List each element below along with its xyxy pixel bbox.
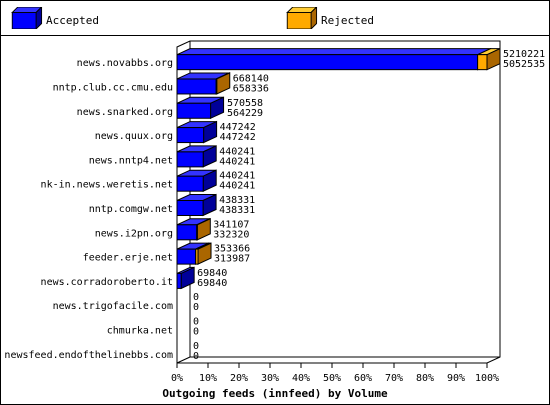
bar-rejected (195, 248, 199, 265)
bar-accepted (176, 78, 217, 95)
data-label-accepted: 0 (193, 302, 199, 313)
bar-rejected (477, 54, 488, 71)
y-category-label: news.snarked.org (77, 107, 173, 118)
bar-accepted (176, 102, 212, 119)
bar-accepted (176, 175, 204, 192)
data-label-accepted: 440241 (219, 181, 255, 192)
x-tick-label: 90% (447, 373, 465, 384)
y-category-label: news.corradoroberto.it (41, 277, 173, 288)
y-category-label: nk-in.news.weretis.net (41, 180, 173, 191)
bar-accepted (176, 200, 204, 216)
y-category-label: news.i2pn.org (95, 228, 173, 239)
data-label-accepted: 332320 (213, 229, 249, 240)
data-label-accepted: 564229 (227, 108, 263, 119)
y-category-label: chmurka.net (107, 326, 173, 337)
x-tick-label: 10% (199, 373, 217, 384)
x-tick-label: 0% (171, 373, 183, 384)
x-tick-label: 50% (323, 373, 341, 384)
y-category-label: news.novabbs.org (77, 58, 173, 69)
y-category-label: news.quux.org (95, 131, 173, 142)
y-category-label: feeder.erje.net (83, 253, 173, 264)
data-label-accepted: 0 (193, 327, 199, 338)
x-tick-label: 60% (354, 373, 372, 384)
bar-accepted (176, 224, 198, 241)
data-label-accepted: 313987 (214, 254, 250, 265)
x-tick-label: 30% (261, 373, 279, 384)
bar-rejected (196, 224, 198, 241)
bar-chart: 0% 10% 20% 30% 40% 50% 60% 70% 80% 90% 100% Outgoin… (4, 40, 545, 400)
data-label-accepted: 658336 (233, 83, 269, 94)
chart-frame: Accepted Rejected 0% 10% 20% 30% 40% 50% 60% 70… (0, 0, 550, 405)
data-label-accepted: 440241 (219, 156, 255, 167)
bar-accepted (176, 127, 205, 144)
y-category-label: newsfeed.endofthelinebbs.com (4, 350, 173, 361)
data-label-accepted: 447242 (220, 132, 256, 143)
data-label-accepted: 438331 (219, 205, 255, 216)
y-category-label: nntp.comgw.net (89, 204, 173, 215)
bar-accepted (176, 272, 182, 289)
data-label-accepted: 0 (193, 351, 199, 362)
x-tick-label: 70% (385, 373, 403, 384)
x-tick-label: 80% (416, 373, 434, 384)
x-tick-label: 20% (230, 373, 248, 384)
x-tick-label: 40% (292, 373, 310, 384)
y-category-label: news.trigofacile.com (53, 301, 173, 312)
x-tick-label: 100% (475, 373, 499, 384)
bar-rejected (215, 78, 218, 95)
bar-accepted (176, 54, 479, 71)
plot-floor-edge (176, 356, 191, 364)
bar-accepted (176, 151, 204, 168)
data-label-accepted: 69840 (197, 278, 227, 289)
y-category-label: news.nntp4.net (89, 155, 173, 166)
x-axis-title: Outgoing feeds (innfeed) by Volume (162, 387, 388, 400)
data-label-accepted: 5052535 (503, 59, 545, 70)
bar-accepted-top (176, 48, 491, 56)
bar-accepted (176, 248, 197, 265)
y-category-label: nntp.club.cc.cmu.edu (53, 82, 173, 93)
